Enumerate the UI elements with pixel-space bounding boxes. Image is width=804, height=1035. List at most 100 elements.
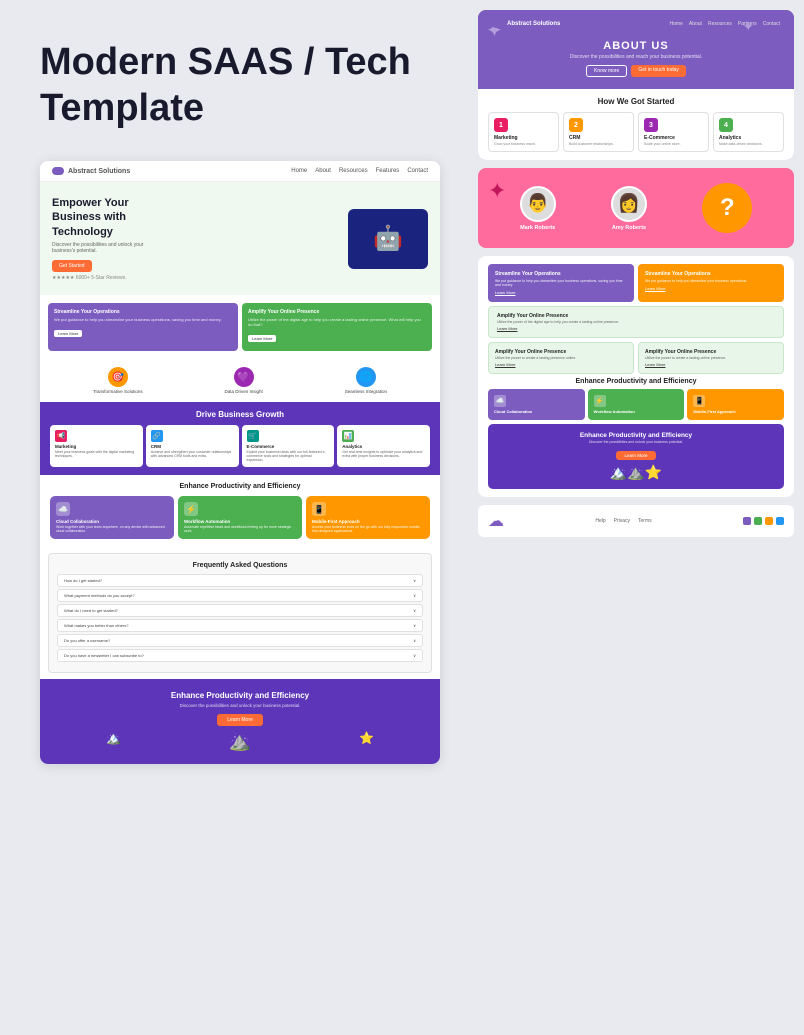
preview-icons-row: 🎯 Transformative Solutions 💜 Data Driven… bbox=[40, 359, 440, 402]
mountain-icon-2: ⛰️ bbox=[229, 731, 251, 752]
how-started: How We Got Started 1 Marketing Grow your… bbox=[478, 89, 794, 160]
avatar-mark-name: Mark Roberts bbox=[520, 225, 555, 231]
preview-nav-links: Home About Resources Features Contact bbox=[291, 168, 428, 174]
chevron-down-icon: ∨ bbox=[413, 608, 416, 613]
amplify-half-learn-more-2[interactable]: Learn More bbox=[645, 362, 777, 367]
footer-link-help[interactable]: Help bbox=[595, 518, 605, 524]
enhance-card-workflow: ⚡ Workflow Automation bbox=[588, 389, 685, 420]
enhance-learn-more-button[interactable]: Learn More bbox=[616, 451, 655, 460]
know-more-button[interactable]: Know more bbox=[586, 65, 627, 77]
get-in-touch-button[interactable]: Get in touch today bbox=[631, 65, 686, 77]
hero-text: Empower Your Business with Technology Di… bbox=[52, 196, 152, 281]
star-icon: ⭐ bbox=[359, 731, 374, 752]
feat-card-streamline-2: Streamline Your Operations We put guidan… bbox=[638, 264, 784, 302]
prod-card-mobile: 📱 Mobile-First Approach Access your busi… bbox=[306, 496, 430, 539]
star-small-icon: ✦ bbox=[742, 18, 754, 35]
started-card-ecommerce: 3 E-Commerce Scale your online store. bbox=[638, 112, 709, 152]
icon-integration: 🌐 Seamless Integration bbox=[345, 367, 387, 394]
growth-card-crm: 🔗 CRM Achieve and strengthen your custom… bbox=[146, 425, 239, 467]
faq-item-5[interactable]: Do you offer a username? ∨ bbox=[57, 634, 423, 647]
growth-card-analytics: 📊 Analytics Get real-time insights to op… bbox=[337, 425, 430, 467]
target-icon: 🎯 bbox=[108, 367, 128, 387]
icon-data: 💜 Data Driven Insight bbox=[225, 367, 263, 394]
enhance-card-mobile: 📱 Mobile-First Approach bbox=[687, 389, 784, 420]
avatar-mark: 👨 Mark Roberts bbox=[520, 186, 556, 231]
color-swatch-orange bbox=[765, 517, 773, 525]
cloud-icon: ☁️ bbox=[494, 395, 506, 407]
faq-item-6[interactable]: Do you have a newsletter I can subscribe… bbox=[57, 649, 423, 662]
question-mark-icon: ? bbox=[702, 183, 752, 233]
avatar-amy-name: Amy Roberts bbox=[612, 225, 646, 231]
chevron-down-icon: ∨ bbox=[413, 593, 416, 598]
amplify-half-1: Amplify Your Online Presence Utilize the… bbox=[488, 342, 634, 374]
avatar-amy-image: 👩 bbox=[611, 186, 647, 222]
about-us-title: ABOUT US bbox=[492, 40, 780, 52]
footer-logo-icon: ☁ bbox=[488, 511, 504, 531]
about-card: ✦ ✦ Abstract Solutions Home About Resour… bbox=[478, 10, 794, 160]
about-logo-cloud-icon bbox=[492, 20, 504, 28]
color-swatch-purple bbox=[743, 517, 751, 525]
chevron-down-icon: ∨ bbox=[413, 638, 416, 643]
about-logo: Abstract Solutions bbox=[492, 20, 560, 28]
logo-cloud-icon bbox=[52, 167, 64, 175]
faq-item-4[interactable]: What makes you better than others? ∨ bbox=[57, 619, 423, 632]
growth-card-marketing: 📢 Marketing Meet your business goals wit… bbox=[50, 425, 143, 467]
right-footer: ☁ Help Privacy Terms bbox=[478, 505, 794, 537]
started-card-crm: 2 CRM Build customer relationships. bbox=[563, 112, 634, 152]
started-cards: 1 Marketing Grow your business reach. 2 … bbox=[488, 112, 784, 152]
enhance-cards-row: ☁️ Cloud Collaboration ⚡ Workflow Automa… bbox=[488, 389, 784, 420]
amplify-row: Amplify Your Online Presence Utilize the… bbox=[488, 342, 784, 374]
page-title: Modern SAAS / Tech Template bbox=[40, 40, 438, 131]
cta-learn-more-button[interactable]: Learn More bbox=[217, 714, 263, 726]
faq-item-3[interactable]: What do I need to get started? ∨ bbox=[57, 604, 423, 617]
features-row: Streamline Your Operations We put guidan… bbox=[488, 264, 784, 302]
prod-card-cloud: ☁️ Cloud Collaboration Work together wit… bbox=[50, 496, 174, 539]
crm-icon: 🔗 bbox=[151, 430, 163, 442]
website-preview: Abstract Solutions Home About Resources … bbox=[40, 161, 440, 764]
cta-decoration: 🏔️⛰️⭐ bbox=[496, 464, 776, 481]
num-1: 1 bbox=[494, 118, 508, 132]
right-panel: ✦ ✦ Abstract Solutions Home About Resour… bbox=[468, 0, 804, 1035]
footer-links: Help Privacy Terms bbox=[595, 518, 651, 524]
preview-growth: Drive Business Growth 📢 Marketing Meet y… bbox=[40, 402, 440, 475]
productivity-cards: ☁️ Cloud Collaboration Work together wit… bbox=[50, 496, 430, 539]
testimonials-card: ✦ 👨 Mark Roberts 👩 Amy Roberts ? bbox=[478, 168, 794, 248]
growth-card-ecommerce: 🛒 E-Commerce Exploit your business ideas… bbox=[242, 425, 335, 467]
preview-cta: Enhance Productivity and Efficiency Disc… bbox=[40, 679, 440, 764]
mobile-icon: 📱 bbox=[312, 502, 326, 516]
footer-link-privacy[interactable]: Privacy bbox=[614, 518, 630, 524]
about-nav: Abstract Solutions Home About Resources … bbox=[492, 20, 780, 28]
footer-color-swatches bbox=[743, 517, 784, 525]
feat-card-streamline: Streamline Your Operations We put guidan… bbox=[488, 264, 634, 302]
workflow-icon: ⚡ bbox=[184, 502, 198, 516]
feature-card-amplify: Amplify Your Online Presence Utilize the… bbox=[242, 303, 432, 351]
about-header: ✦ ✦ Abstract Solutions Home About Resour… bbox=[478, 10, 794, 89]
hero-cta-button[interactable]: Get Started bbox=[52, 260, 92, 272]
prod-card-workflow: ⚡ Workflow Automation Automate repetitiv… bbox=[178, 496, 302, 539]
started-card-marketing: 1 Marketing Grow your business reach. bbox=[488, 112, 559, 152]
faq-item-1[interactable]: How do I get started? ∨ bbox=[57, 574, 423, 587]
learn-more-btn[interactable]: Learn More bbox=[54, 330, 82, 337]
workflow-auto-icon: ⚡ bbox=[594, 395, 606, 407]
faq-item-2[interactable]: What payment methods do you accept? ∨ bbox=[57, 589, 423, 602]
preview-nav: Abstract Solutions Home About Resources … bbox=[40, 161, 440, 182]
marketing-icon: 📢 bbox=[55, 430, 67, 442]
learn-more-btn-2[interactable]: Learn More bbox=[248, 335, 276, 342]
mountain-icon-1: 🏔️ bbox=[106, 731, 121, 752]
preview-faq: Frequently Asked Questions How do I get … bbox=[48, 553, 432, 673]
amplify-half-learn-more-1[interactable]: Learn More bbox=[495, 362, 627, 367]
analytics-icon: 📊 bbox=[342, 430, 354, 442]
enhance-card-cloud: ☁️ Cloud Collaboration bbox=[488, 389, 585, 420]
amplify-learn-more[interactable]: Learn More bbox=[497, 326, 775, 331]
num-3: 3 bbox=[644, 118, 658, 132]
cloud-collab-icon: ☁️ bbox=[56, 502, 70, 516]
preview-hero: Empower Your Business with Technology Di… bbox=[40, 182, 440, 295]
preview-productivity: Enhance Productivity and Efficiency ☁️ C… bbox=[40, 475, 440, 547]
learn-more-link[interactable]: Learn More bbox=[495, 290, 627, 295]
started-card-analytics: 4 Analytics Make data-driven decisions. bbox=[713, 112, 784, 152]
hero-stars: ★★★★★ 6000+ 5-Star Reviews. bbox=[52, 275, 152, 281]
footer-link-terms[interactable]: Terms bbox=[638, 518, 652, 524]
growth-cards: 📢 Marketing Meet your business goals wit… bbox=[50, 425, 430, 467]
icon-transformative: 🎯 Transformative Solutions bbox=[93, 367, 143, 394]
learn-more-link-2[interactable]: Learn More bbox=[645, 286, 777, 291]
